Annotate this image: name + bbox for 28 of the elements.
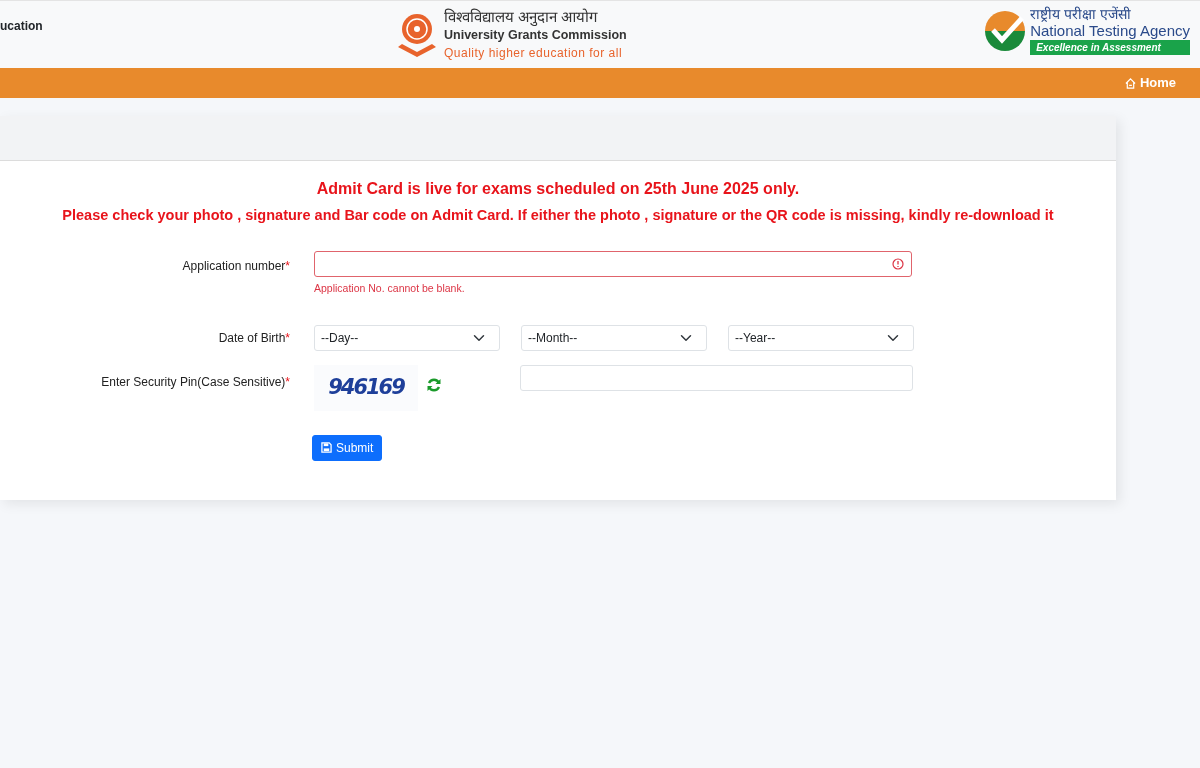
application-number-field[interactable]: [314, 250, 912, 277]
error-icon: [892, 257, 904, 270]
logo-title: University Grants Commission: [444, 26, 627, 44]
logo-title: National Testing Agency: [1030, 22, 1190, 41]
notice-text: Admit Card is live for exams scheduled on 25th June 2025 only.: [315, 179, 801, 199]
logo-hindi-text: विश्वविद्यालय अनुदान आयोग: [444, 9, 599, 26]
error-message: Application No. cannot be blank.: [314, 281, 465, 294]
logo-hindi-text: राष्ट्रीय परीक्षा एजेंसी: [1030, 7, 1132, 23]
field-label: Enter Security Pin(Case Sensitive): [101, 374, 286, 389]
logo-tagline: Excellence in Assessment: [1030, 40, 1190, 56]
submit-button[interactable]: Submit: [312, 434, 383, 461]
captcha-image: 946169: [314, 364, 418, 411]
checkmark-logo-icon: [984, 10, 1027, 53]
dropdown[interactable]: --Day--: [314, 324, 500, 351]
security-pin-field[interactable]: [520, 364, 913, 391]
logo-tagline: Quality higher education for all: [444, 45, 624, 63]
save-icon: [321, 442, 332, 453]
notice-text: Please check your photo , signature and Bar code on Admit Card. If either the photo , signature or the QR code is missing, kindly re-download it: [61, 206, 1055, 225]
home-icon: [1124, 77, 1136, 89]
required-marker: *: [285, 374, 290, 389]
header-text: ucation: [0, 18, 43, 35]
field-label: Date of Birth: [218, 330, 286, 345]
dropdown[interactable]: --Year--: [728, 324, 914, 351]
required-marker: *: [285, 330, 290, 345]
field-label: Application number: [182, 258, 286, 273]
refresh-icon[interactable]: [426, 376, 442, 393]
required-marker: *: [285, 258, 290, 273]
dropdown[interactable]: --Month--: [521, 324, 707, 351]
